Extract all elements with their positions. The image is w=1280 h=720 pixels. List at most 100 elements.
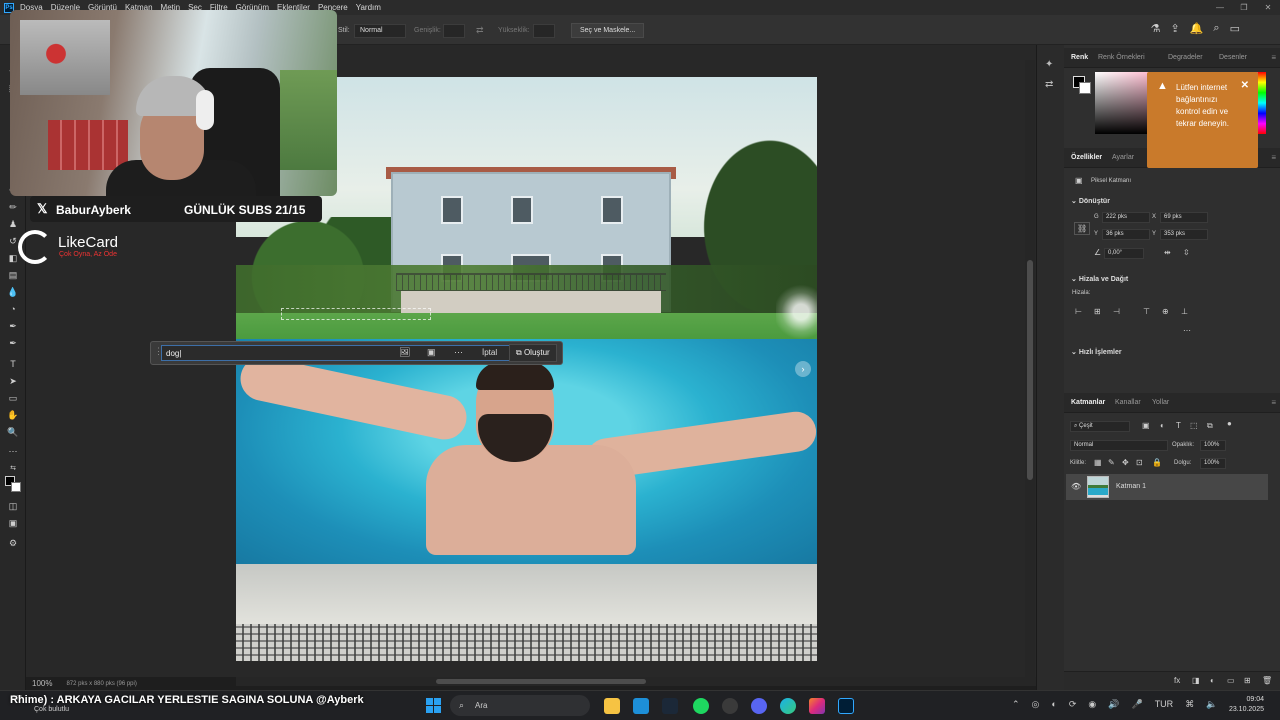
align-section-toggle[interactable]: ⌄ Hizala ve Dağıt [1071,275,1128,283]
align-top-icon[interactable]: ⊤ [1143,307,1150,316]
cancel-button[interactable]: İptal [482,348,497,357]
windows-start-icon[interactable] [426,698,441,713]
zoom-tool-icon[interactable]: 🔍 [6,426,20,438]
share-icon[interactable]: ⇪ [1171,22,1180,35]
stamp-tool-icon[interactable]: ♟ [6,218,20,230]
align-middle-v-icon[interactable]: ⊕ [1162,307,1169,316]
more-align-icon[interactable]: ⋯ [1183,326,1191,335]
eye-icon[interactable]: 👁 [1071,482,1081,491]
hand-tool-icon[interactable]: ✋ [6,409,20,421]
more-options-icon[interactable]: ⋯ [454,347,463,358]
more-tools-icon[interactable]: ⋯ [6,445,20,457]
chevron-up-icon[interactable]: ⌃ [1012,699,1020,710]
panel-menu-icon[interactable]: ≡ [1271,53,1276,62]
selection-marquee[interactable] [281,308,431,320]
tab-color[interactable]: Renk [1071,54,1088,61]
color-panel-background[interactable] [1079,82,1091,94]
type-tool-icon[interactable]: T [6,358,20,370]
tab-channels[interactable]: Kanallar [1115,399,1141,406]
angle-field[interactable]: 0,00° [1104,248,1144,259]
spotify-icon[interactable] [693,698,709,714]
generate-image-icon[interactable]: ✦ [1045,59,1053,70]
lock-all-icon[interactable]: 🔒 [1152,458,1162,467]
arrange-icon[interactable]: ⇄ [1045,79,1053,90]
file-explorer-icon[interactable] [604,698,620,714]
flip-vertical-icon[interactable]: ⇳ [1183,248,1190,257]
mic-icon[interactable]: 🎤 [1131,699,1142,710]
panel-menu-icon[interactable]: ≡ [1271,398,1276,407]
vertical-scrollbar[interactable] [1025,60,1035,677]
shape-tool-icon[interactable]: ▭ [6,392,20,404]
menu-help[interactable]: Yardım [356,3,381,12]
tab-paths[interactable]: Yollar [1152,399,1169,406]
dodge-tool-icon[interactable]: ◔ [6,303,20,315]
x-field[interactable]: 69 pks [1160,212,1208,223]
photos-icon[interactable] [633,698,649,714]
brush-tool-icon[interactable]: ✏ [6,201,20,213]
height-input[interactable] [533,24,555,38]
edit-toolbar-icon[interactable]: ⚙ [6,537,20,549]
screen-mode-icon[interactable]: ▣ [6,517,20,529]
new-layer-icon[interactable]: ⊞ [1244,676,1251,685]
y-field[interactable]: 353 pks [1160,229,1208,240]
delete-layer-icon[interactable]: 🗑 [1262,676,1272,685]
fx-icon[interactable]: ◨ [1192,676,1200,685]
link-layers-icon[interactable]: fx [1174,676,1180,685]
filter-adjustment-icon[interactable]: ◐ [1160,421,1165,430]
tray-app-icon[interactable]: ◎ [1032,699,1040,710]
tab-gradients[interactable]: Degradeler [1168,54,1203,61]
select-and-mask-button[interactable]: Seç ve Maskele... [571,23,645,38]
adjustment-layer-icon[interactable]: ◐ [1210,676,1215,685]
volume-tray-icon[interactable]: 🔊 [1108,699,1119,710]
steam-tray-icon[interactable]: ◉ [1088,699,1096,710]
edge-icon[interactable] [780,698,796,714]
discord-icon[interactable] [751,698,767,714]
maximize-icon[interactable]: ❐ [1232,0,1256,15]
layer-filter-select[interactable]: ⌕ Çeşit [1070,421,1130,432]
fill-field[interactable]: 100% [1200,458,1226,469]
align-right-icon[interactable]: ⊣ [1113,307,1120,316]
lock-position-icon[interactable]: ✥ [1122,458,1129,467]
taskbar-search[interactable]: ⌕ Ara [450,695,590,716]
group-icon[interactable]: ▭ [1227,676,1235,685]
width-input[interactable] [443,24,465,38]
app-icon[interactable] [722,698,738,714]
hue-slider[interactable] [1258,72,1266,134]
close-icon[interactable]: ✕ [1256,0,1280,15]
firefly-model-icon[interactable]: ▣ [427,347,436,358]
zoom-level[interactable]: 100% [32,679,52,688]
height-field[interactable]: 36 pks [1102,229,1150,240]
language-indicator[interactable]: TUR [1155,699,1174,710]
filter-toggle-icon[interactable]: ● [1227,419,1232,428]
tray-app-icon[interactable]: ⟳ [1069,699,1077,710]
tab-adjustments[interactable]: Ayarlar [1112,154,1134,161]
flask-icon[interactable]: ⚗ [1151,22,1161,35]
pen-tool-icon[interactable]: ✒ [6,320,20,332]
tab-swatches[interactable]: Renk Örnekleri [1098,54,1145,61]
filter-pixel-icon[interactable]: ▣ [1142,421,1150,430]
generate-button[interactable]: ⧉ Oluştur [509,344,557,362]
layer-name[interactable]: Katman 1 [1116,483,1146,490]
instagram-icon[interactable] [809,698,825,714]
reference-image-icon[interactable]: 🖼 [399,347,410,358]
speaker-icon[interactable]: 🔈 [1206,699,1217,710]
align-center-h-icon[interactable]: ⊞ [1094,307,1101,316]
filter-smart-object-icon[interactable]: ⧉ [1207,421,1213,431]
align-left-icon[interactable]: ⊢ [1075,307,1082,316]
style-select[interactable]: Normal [354,24,406,38]
generative-prompt-input[interactable] [161,345,537,361]
pen-tool-2-icon[interactable]: ✒ [6,337,20,349]
quick-mask-icon[interactable]: ◫ [6,500,20,512]
background-color-swatch[interactable] [11,482,21,492]
network-icon[interactable]: ⌘ [1185,699,1194,710]
tab-patterns[interactable]: Desenler [1219,54,1247,61]
filter-type-icon[interactable]: T [1176,421,1181,430]
chevron-right-icon[interactable]: › [795,361,811,377]
width-field[interactable]: 222 pks [1102,212,1150,223]
opacity-field[interactable]: 100% [1200,440,1226,451]
photoshop-taskbar-icon[interactable] [838,698,854,714]
tab-layers[interactable]: Katmanlar [1071,399,1105,406]
scroll-thumb[interactable] [436,679,646,684]
lock-pixels-icon[interactable]: ✎ [1108,458,1115,467]
flip-horizontal-icon[interactable]: ⇹ [1164,248,1171,257]
